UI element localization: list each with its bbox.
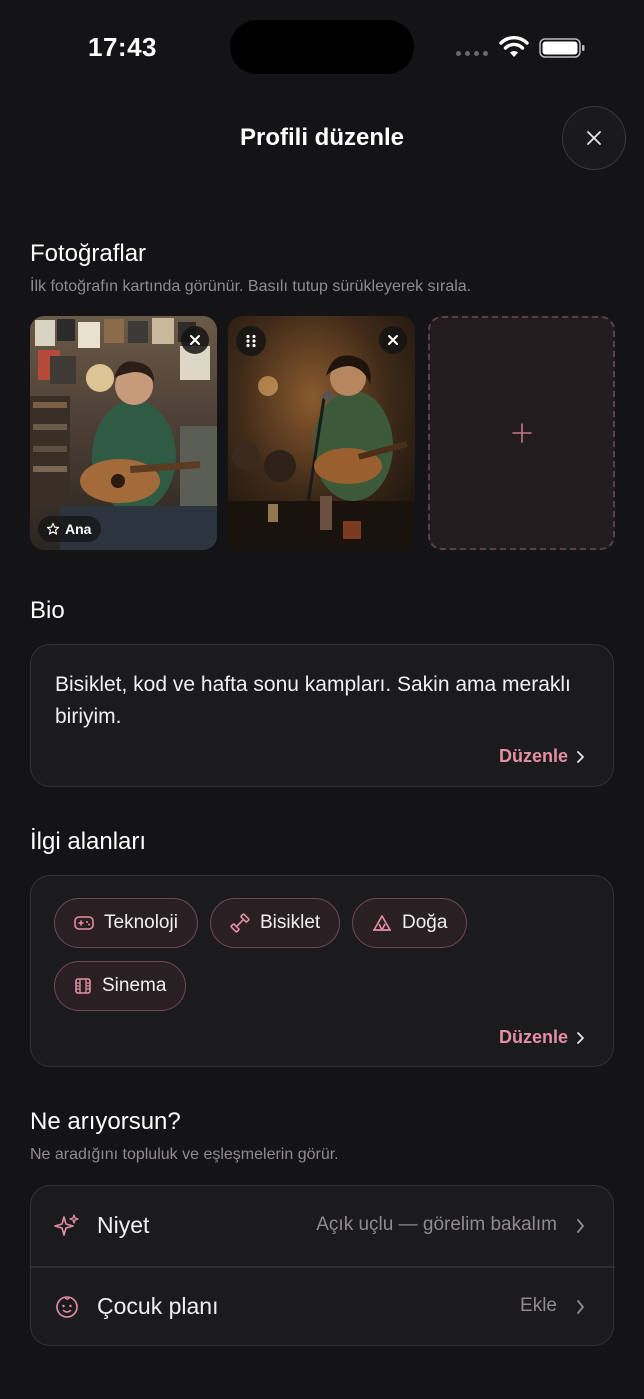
dynamic-island bbox=[230, 20, 414, 74]
photos-section-subtitle: İlk fotoğrafın kartında görünür. Basılı … bbox=[30, 278, 472, 295]
photo-main[interactable]: Ana bbox=[30, 316, 217, 550]
interests-card: Teknoloji Bisiklet Doğa Sinema Düzenle bbox=[30, 875, 614, 1067]
photos-section-title: Fotoğraflar bbox=[30, 240, 147, 267]
intent-value: Açık uçlu — görelim bakalım bbox=[316, 1214, 557, 1235]
looking-section-title: Ne arıyorsun? bbox=[30, 1108, 181, 1135]
chevron-right-icon bbox=[577, 1031, 584, 1044]
bio-edit-label: Düzenle bbox=[498, 746, 568, 766]
remove-photo-button[interactable] bbox=[181, 326, 209, 354]
close-icon bbox=[190, 335, 200, 345]
chevron-right-icon bbox=[577, 1300, 584, 1314]
main-badge-label: Ana bbox=[65, 521, 92, 537]
bio-text: Bisiklet, kod ve hafta sonu kampları. Sa… bbox=[55, 673, 571, 728]
add-photo-button[interactable] bbox=[428, 316, 615, 550]
film-icon bbox=[75, 978, 91, 994]
interest-chip-teknoloji[interactable]: Teknoloji bbox=[54, 898, 198, 948]
signal-icon bbox=[456, 51, 488, 56]
bio-section-title: Bio bbox=[30, 597, 65, 624]
children-plan-row[interactable]: Çocuk planı Ekle bbox=[31, 1267, 615, 1347]
close-icon bbox=[587, 131, 601, 145]
chip-label: Sinema bbox=[102, 975, 167, 996]
close-button[interactable] bbox=[562, 106, 626, 170]
status-bar: 17:43 bbox=[0, 0, 644, 96]
status-time: 17:43 bbox=[88, 32, 157, 62]
wifi-icon bbox=[499, 36, 529, 57]
children-plan-value: Ekle bbox=[520, 1295, 557, 1316]
bio-card: Bisiklet, kod ve hafta sonu kampları. Sa… bbox=[30, 644, 614, 787]
interests-edit-button[interactable]: Düzenle bbox=[499, 1027, 585, 1048]
bio-edit-button[interactable]: Düzenle bbox=[499, 746, 585, 767]
interest-chip-bisiklet[interactable]: Bisiklet bbox=[210, 898, 341, 948]
baby-icon bbox=[56, 1296, 78, 1318]
intent-row[interactable]: Niyet Açık uçlu — görelim bakalım bbox=[31, 1186, 615, 1268]
dumbbell-icon bbox=[230, 913, 250, 933]
chip-label: Doğa bbox=[402, 912, 448, 933]
plus-icon bbox=[511, 423, 532, 443]
interests-edit-label: Düzenle bbox=[498, 1027, 568, 1047]
children-plan-label: Çocuk planı bbox=[97, 1293, 219, 1319]
main-photo-badge: Ana bbox=[38, 516, 102, 542]
looking-section-subtitle: Ne aradığını topluluk ve eşleşmelerin gö… bbox=[30, 1146, 339, 1163]
page-title: Profili düzenle bbox=[239, 124, 404, 151]
chip-label: Teknoloji bbox=[104, 912, 178, 933]
drag-handle-icon bbox=[246, 334, 256, 348]
looking-card: Niyet Açık uçlu — görelim bakalım Çocuk … bbox=[30, 1185, 615, 1347]
intent-label: Niyet bbox=[97, 1212, 150, 1238]
header: Profili düzenle bbox=[0, 96, 644, 182]
gamepad-icon bbox=[74, 916, 94, 930]
remove-photo-button[interactable] bbox=[379, 326, 407, 354]
battery-icon bbox=[539, 38, 585, 58]
sparkles-icon bbox=[54, 1214, 79, 1236]
interests-section-title: İlgi alanları bbox=[30, 828, 147, 855]
drag-handle[interactable] bbox=[236, 326, 266, 356]
interest-chip-sinema[interactable]: Sinema bbox=[54, 961, 187, 1011]
interest-chip-doga[interactable]: Doğa bbox=[352, 898, 468, 948]
chevron-right-icon bbox=[577, 1219, 584, 1233]
chip-label: Bisiklet bbox=[260, 912, 321, 933]
star-icon bbox=[46, 522, 60, 535]
photo-second[interactable] bbox=[228, 316, 415, 550]
close-icon bbox=[388, 335, 398, 345]
chevron-right-icon bbox=[577, 750, 584, 763]
tent-icon bbox=[373, 915, 391, 931]
